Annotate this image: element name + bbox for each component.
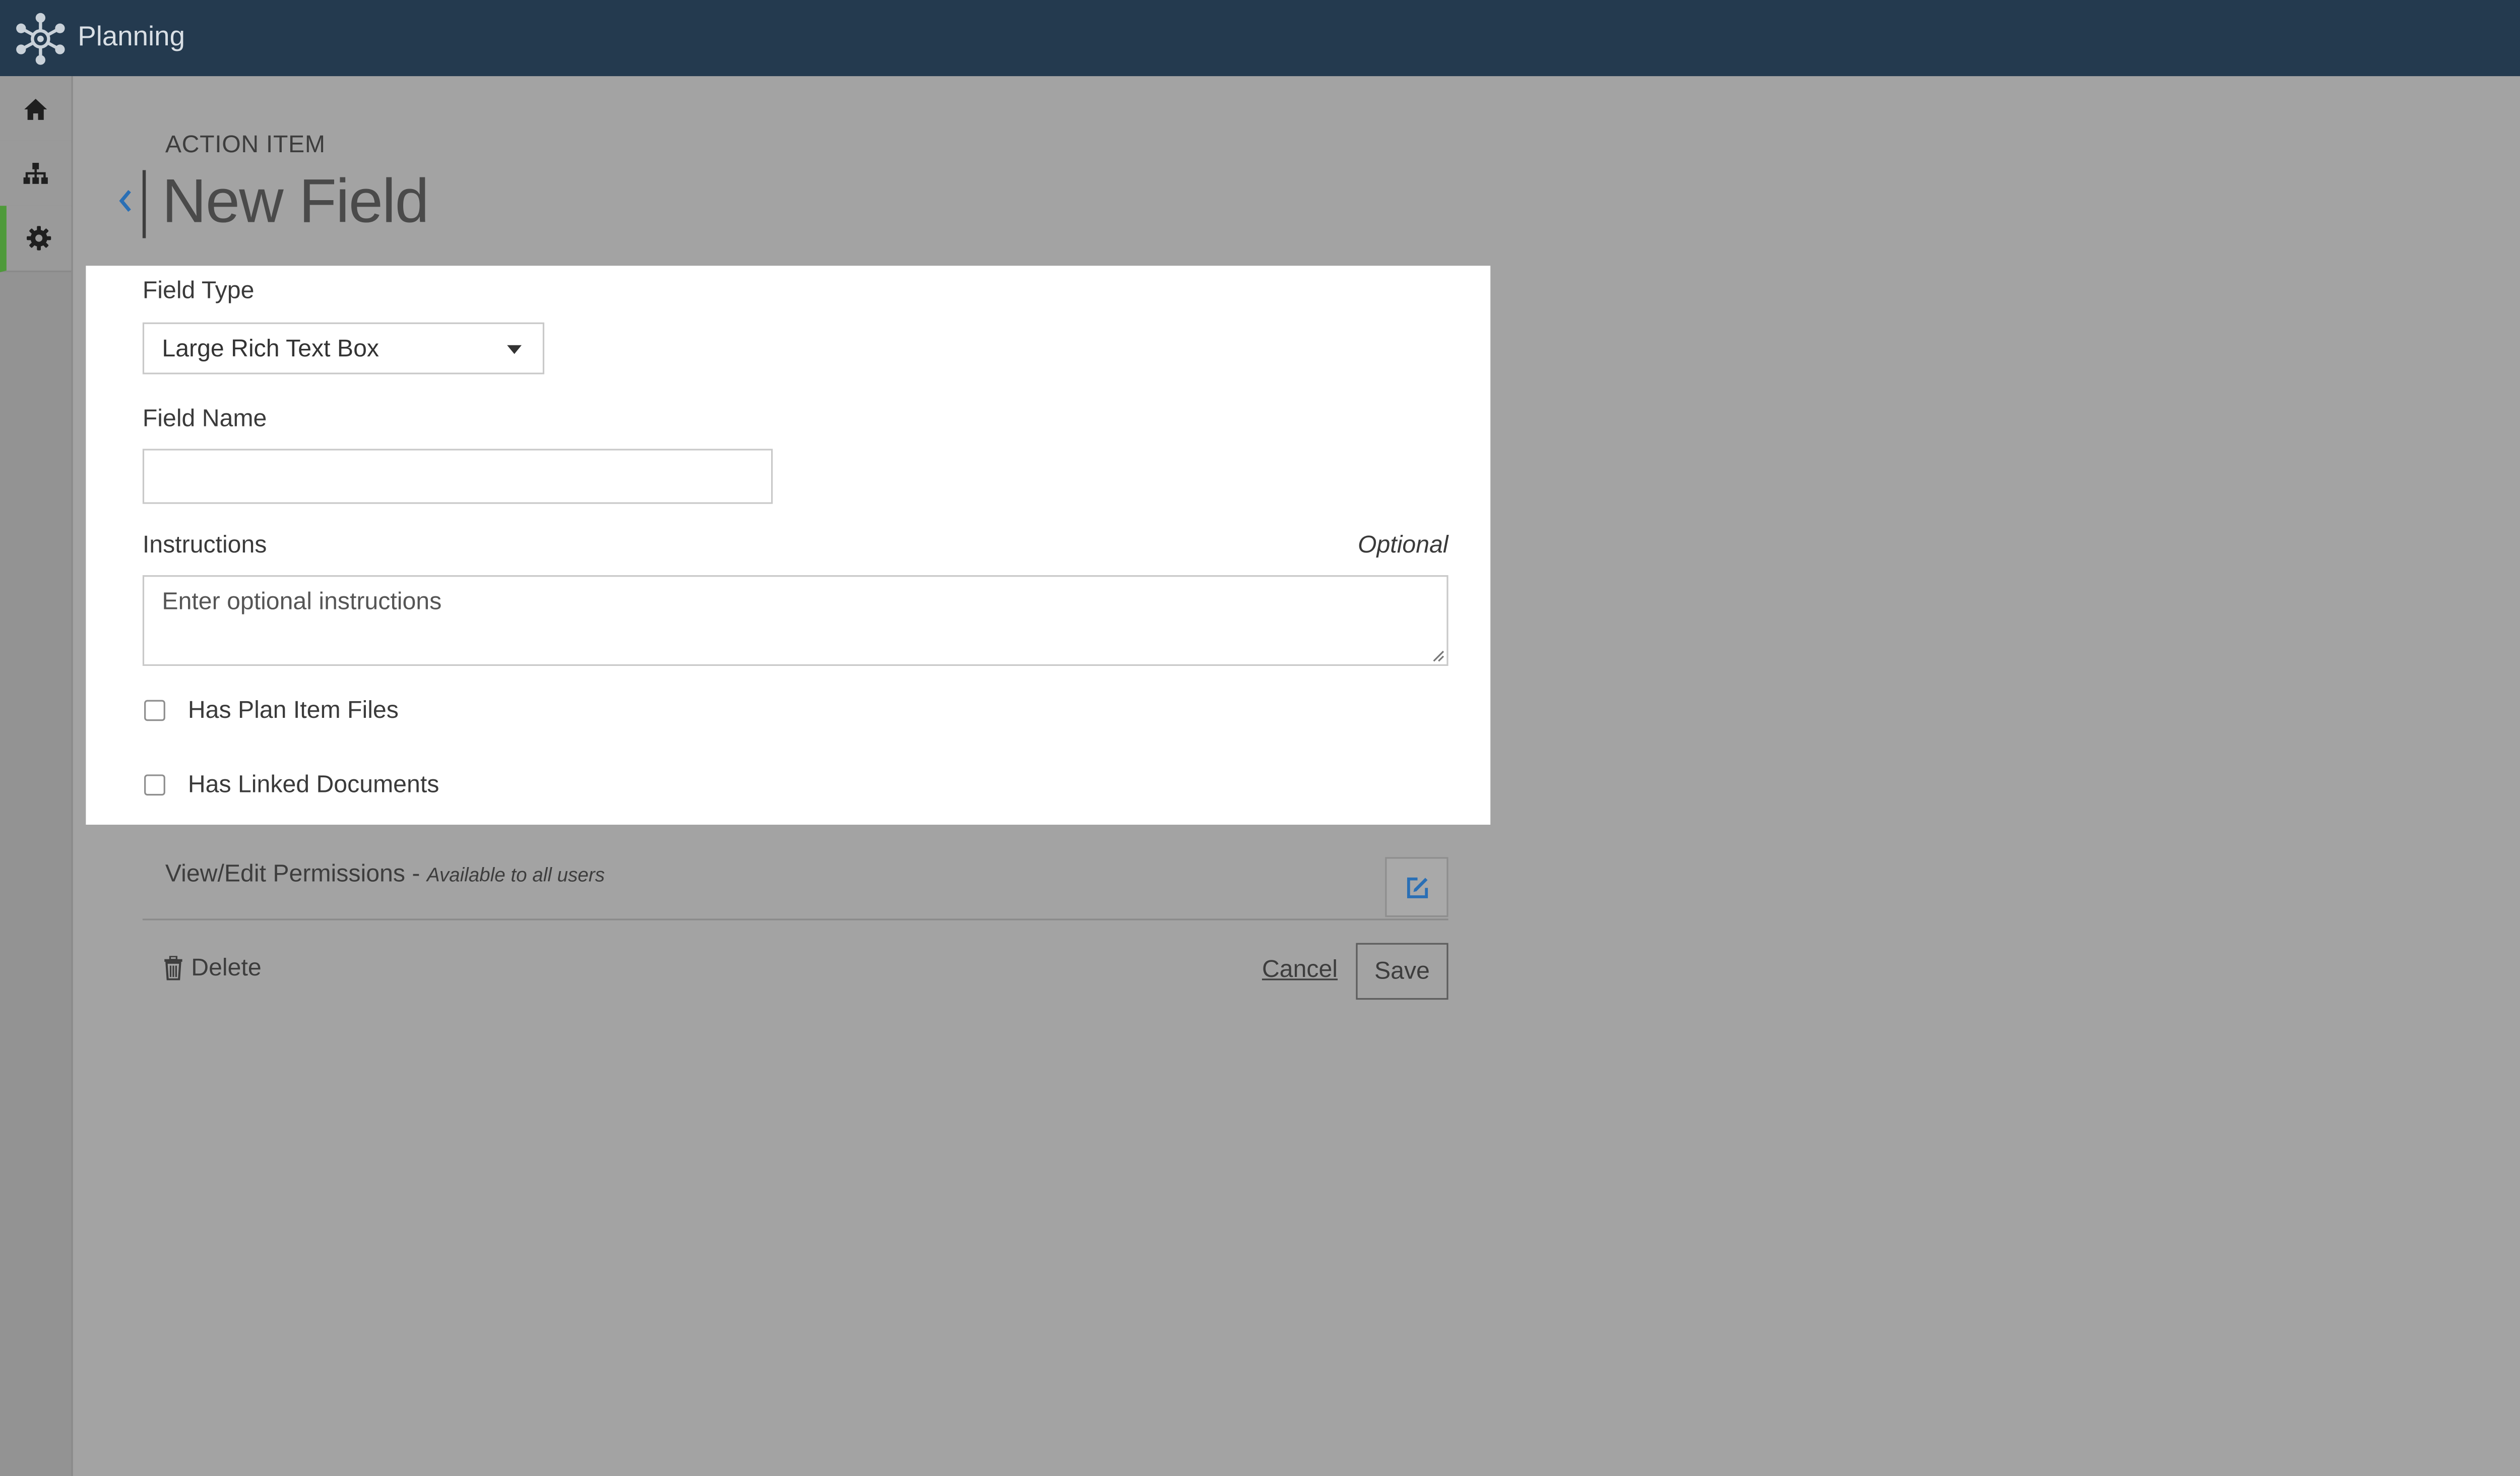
edit-square-icon — [1406, 877, 1427, 898]
save-button[interactable]: Save — [1356, 943, 1448, 1000]
has-plan-item-files-checkbox[interactable] — [144, 699, 165, 720]
trash-icon — [164, 956, 182, 980]
delete-label: Delete — [191, 954, 262, 982]
field-name-label: Field Name — [142, 405, 267, 433]
nav-settings[interactable] — [0, 206, 72, 272]
instructions-textarea[interactable] — [142, 575, 1448, 666]
title-divider — [142, 170, 146, 238]
page-title: New Field — [162, 168, 429, 237]
permissions-row: View/Edit Permissions - Available to all… — [142, 855, 1448, 920]
permissions-subtitle: Available to all users — [426, 864, 605, 887]
instructions-label: Instructions — [142, 531, 267, 559]
caret-down-icon — [507, 345, 522, 354]
new-field-form: Field Type Large Rich Text Box Field Nam… — [86, 266, 1491, 825]
field-type-select[interactable]: Large Rich Text Box — [142, 322, 545, 375]
has-plan-item-files-label: Has Plan Item Files — [187, 696, 399, 724]
gear-icon — [27, 226, 51, 251]
has-linked-documents-option[interactable]: Has Linked Documents — [144, 770, 439, 799]
has-linked-documents-checkbox[interactable] — [144, 773, 165, 795]
has-linked-documents-label: Has Linked Documents — [187, 770, 439, 798]
network-hub-icon[interactable] — [13, 11, 68, 66]
chevron-left-icon — [119, 190, 131, 212]
nav-home[interactable] — [0, 76, 72, 143]
field-type-label: Field Type — [142, 277, 255, 305]
cancel-link[interactable]: Cancel — [1262, 956, 1338, 983]
nav-hierarchy[interactable] — [0, 141, 72, 208]
back-button[interactable] — [110, 183, 140, 219]
delete-button[interactable]: Delete — [164, 954, 262, 982]
top-bar: Planning — [0, 0, 2520, 77]
field-type-selected-value: Large Rich Text Box — [162, 335, 380, 363]
resize-grip-icon[interactable] — [1432, 650, 1445, 663]
app-title: Planning — [78, 21, 185, 52]
edit-permissions-button[interactable] — [1385, 857, 1448, 917]
app-window: Planning ACTION ITEM New Field Field Typ… — [0, 0, 2520, 1476]
has-plan-item-files-option[interactable]: Has Plan Item Files — [144, 695, 399, 724]
optional-label: Optional — [1357, 531, 1448, 559]
breadcrumb: ACTION ITEM — [165, 131, 326, 159]
field-name-input[interactable] — [142, 449, 773, 504]
left-nav-rail — [0, 76, 73, 1476]
sitemap-icon — [23, 163, 48, 184]
permissions-title-text: View/Edit Permissions - — [165, 860, 427, 888]
permissions-title: View/Edit Permissions - Available to all… — [165, 860, 605, 888]
home-icon — [24, 98, 47, 119]
